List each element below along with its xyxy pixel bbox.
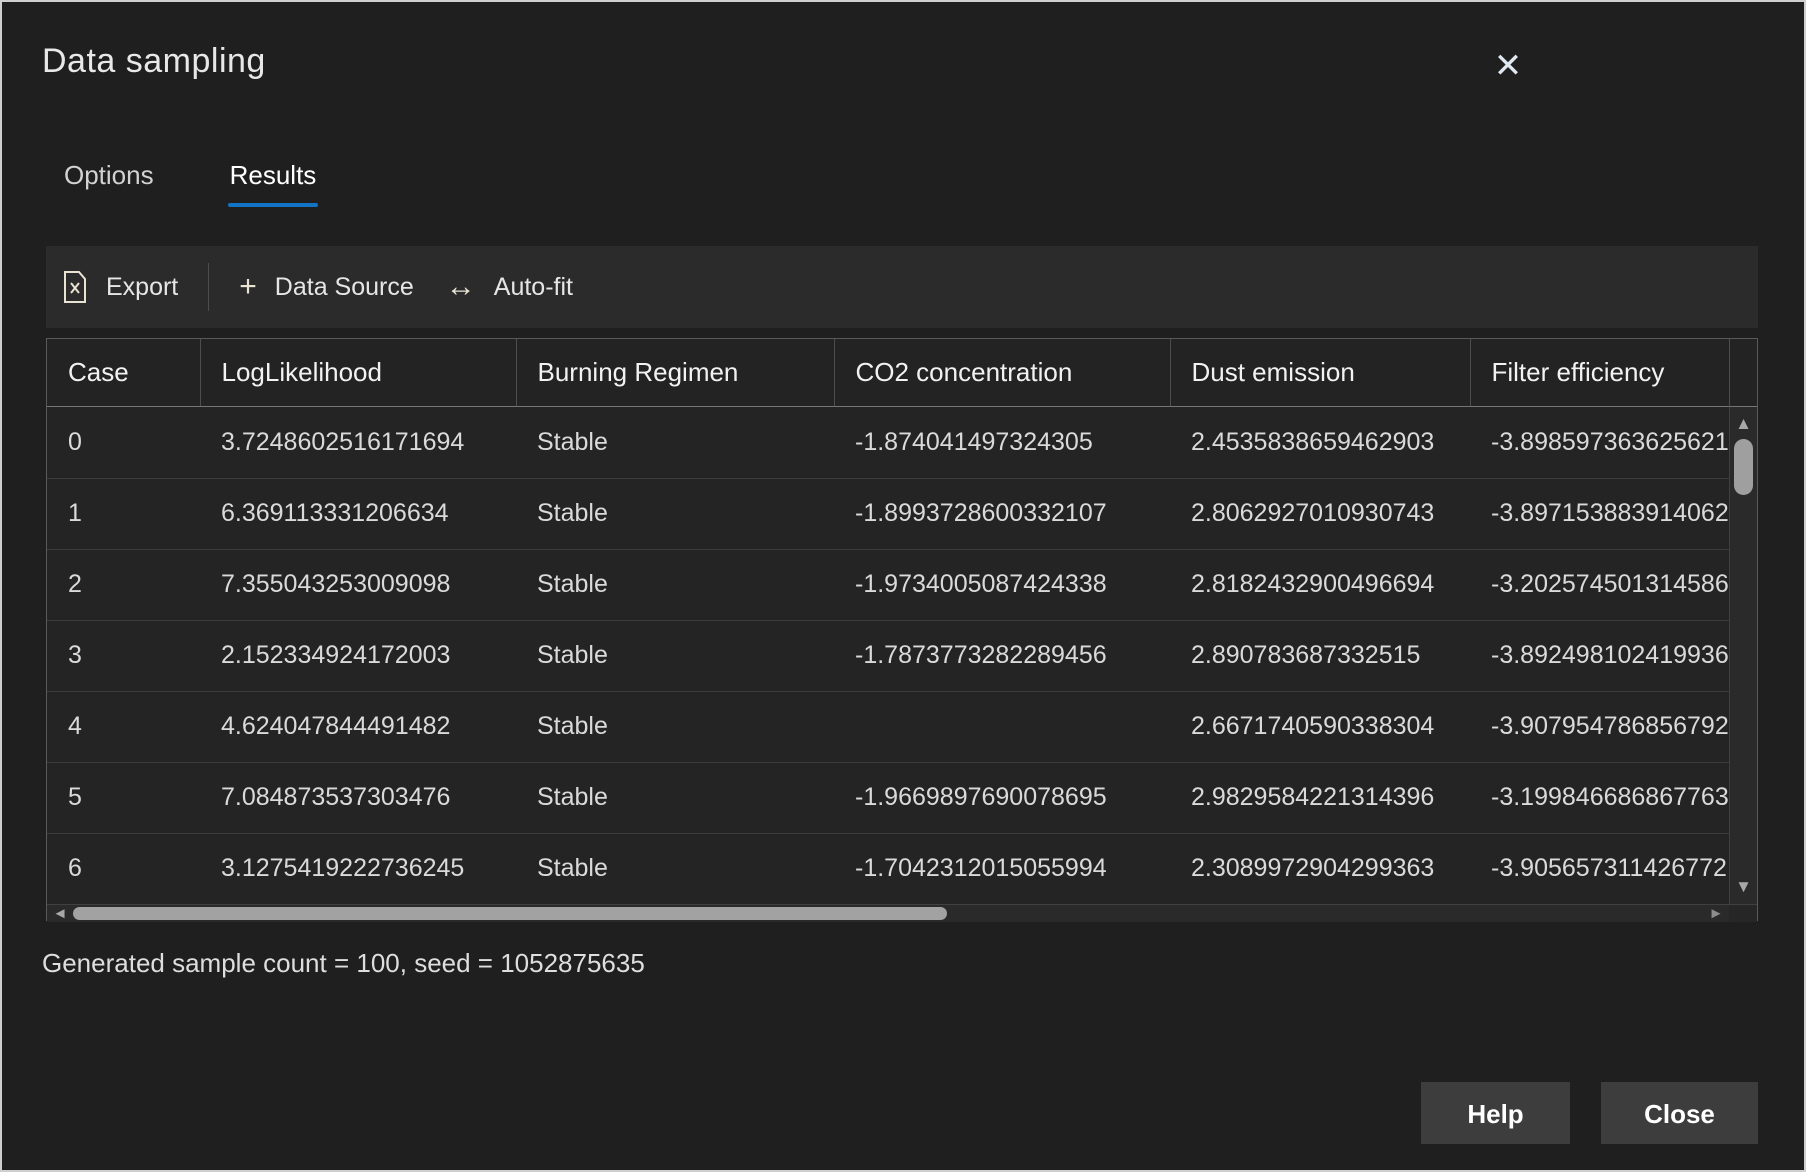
table-cell[interactable]: Stable: [516, 549, 834, 620]
close-button[interactable]: Close: [1601, 1082, 1758, 1144]
table-cell[interactable]: -1.7873773282289456: [834, 620, 1170, 691]
horizontal-scrollbar[interactable]: ◄ ►: [47, 904, 1729, 922]
table-cell[interactable]: -3.897153883914062: [1470, 478, 1729, 549]
column-header[interactable]: Case: [47, 339, 200, 406]
table-cell[interactable]: 3.1275419222736245: [200, 833, 516, 904]
table-cell[interactable]: 7.355043253009098: [200, 549, 516, 620]
table-cell[interactable]: -3.202574501314586: [1470, 549, 1729, 620]
table-cell[interactable]: 7.084873537303476: [200, 762, 516, 833]
table-row[interactable]: 03.7248602516171694Stable-1.874041497324…: [47, 407, 1729, 478]
table-cell[interactable]: -3.199846686867763: [1470, 762, 1729, 833]
table-cell[interactable]: 2.890783687332515: [1170, 620, 1470, 691]
table-cell[interactable]: 2.8062927010930743: [1170, 478, 1470, 549]
table-cell[interactable]: -3.907954786856792: [1470, 691, 1729, 762]
data-source-button[interactable]: + Data Source: [223, 246, 430, 328]
table-cell[interactable]: Stable: [516, 691, 834, 762]
scroll-up-icon[interactable]: ▲: [1730, 411, 1757, 437]
table-cell[interactable]: 4: [47, 691, 200, 762]
table-cell[interactable]: 2.6671740590338304: [1170, 691, 1470, 762]
table-row[interactable]: 63.1275419222736245Stable-1.704231201505…: [47, 833, 1729, 904]
table-cell[interactable]: 2.4535838659462903: [1170, 407, 1470, 478]
plus-icon: +: [239, 270, 257, 304]
horizontal-scrollbar-thumb[interactable]: [73, 907, 947, 920]
table-header: CaseLogLikelihoodBurning RegimenCO2 conc…: [47, 339, 1729, 407]
table-body-viewport: 03.7248602516171694Stable-1.874041497324…: [47, 407, 1729, 904]
table-cell[interactable]: 5: [47, 762, 200, 833]
dialog-title: Data sampling: [42, 42, 266, 81]
table-cell[interactable]: -3.892498102419936: [1470, 620, 1729, 691]
autofit-label: Auto-fit: [494, 273, 573, 302]
table-row[interactable]: 57.084873537303476Stable-1.9669897690078…: [47, 762, 1729, 833]
column-header[interactable]: CO2 concentration: [834, 339, 1170, 406]
table-row[interactable]: 44.624047844491482Stable 2.66717405903383…: [47, 691, 1729, 762]
table-cell[interactable]: Stable: [516, 762, 834, 833]
table-cell[interactable]: [834, 691, 1170, 762]
table-cell[interactable]: 2.9829584221314396: [1170, 762, 1470, 833]
table-cell[interactable]: 6.369113331206634: [200, 478, 516, 549]
close-icon[interactable]: ✕: [1486, 44, 1530, 88]
table-cell[interactable]: 4.624047844491482: [200, 691, 516, 762]
table-row[interactable]: 16.369113331206634Stable-1.8993728600332…: [47, 478, 1729, 549]
results-toolbar: Export + Data Source ↔ Auto-fit: [46, 246, 1758, 328]
table-cell[interactable]: 2.152334924172003: [200, 620, 516, 691]
table-cell[interactable]: -1.9669897690078695: [834, 762, 1170, 833]
column-header[interactable]: LogLikelihood: [200, 339, 516, 406]
table-cell[interactable]: Stable: [516, 833, 834, 904]
tab-options[interactable]: Options: [64, 160, 154, 207]
table-cell[interactable]: 0: [47, 407, 200, 478]
status-text: Generated sample count = 100, seed = 105…: [42, 948, 645, 979]
vertical-scrollbar[interactable]: ▲ ▼: [1729, 407, 1757, 904]
table-cell[interactable]: 6: [47, 833, 200, 904]
table-cell[interactable]: 1: [47, 478, 200, 549]
header-row: CaseLogLikelihoodBurning RegimenCO2 conc…: [47, 339, 1729, 406]
vertical-scrollbar-thumb[interactable]: [1734, 439, 1753, 495]
column-header[interactable]: Filter efficiency: [1470, 339, 1729, 406]
column-header[interactable]: Dust emission: [1170, 339, 1470, 406]
table-cell[interactable]: Stable: [516, 478, 834, 549]
table-cell[interactable]: -3.898597363625621: [1470, 407, 1729, 478]
autofit-button[interactable]: ↔ Auto-fit: [430, 246, 589, 328]
autofit-arrows-icon: ↔: [446, 270, 476, 304]
table-cell[interactable]: -1.9734005087424338: [834, 549, 1170, 620]
results-table: CaseLogLikelihoodBurning RegimenCO2 conc…: [46, 338, 1758, 921]
table-cell[interactable]: 2.8182432900496694: [1170, 549, 1470, 620]
help-button[interactable]: Help: [1421, 1082, 1570, 1144]
data-sampling-dialog: Data sampling ✕ Options Results Export +…: [0, 0, 1806, 1172]
tab-results[interactable]: Results: [230, 160, 317, 207]
column-header[interactable]: Burning Regimen: [516, 339, 834, 406]
table-cell[interactable]: -1.8993728600332107: [834, 478, 1170, 549]
table-cell[interactable]: Stable: [516, 407, 834, 478]
scroll-left-icon[interactable]: ◄: [49, 905, 71, 922]
export-file-icon: [62, 271, 88, 303]
tab-bar: Options Results: [64, 160, 316, 207]
table-cell[interactable]: 3: [47, 620, 200, 691]
table-cell[interactable]: -1.874041497324305: [834, 407, 1170, 478]
scroll-down-icon[interactable]: ▼: [1730, 874, 1757, 900]
header-scroll-corner: [1729, 339, 1757, 407]
table-cell[interactable]: 2: [47, 549, 200, 620]
data-source-label: Data Source: [275, 273, 414, 302]
export-button[interactable]: Export: [46, 246, 194, 328]
table-cell[interactable]: Stable: [516, 620, 834, 691]
table-row[interactable]: 27.355043253009098Stable-1.9734005087424…: [47, 549, 1729, 620]
table-body: 03.7248602516171694Stable-1.874041497324…: [47, 407, 1729, 904]
table-cell[interactable]: 3.7248602516171694: [200, 407, 516, 478]
scrollbar-corner: [1729, 904, 1757, 922]
toolbar-divider: [208, 263, 209, 311]
export-label: Export: [106, 273, 178, 302]
table-cell[interactable]: -3.905657311426772: [1470, 833, 1729, 904]
table-row[interactable]: 32.152334924172003Stable-1.7873773282289…: [47, 620, 1729, 691]
table-cell[interactable]: 2.3089972904299363: [1170, 833, 1470, 904]
table-cell[interactable]: -1.7042312015055994: [834, 833, 1170, 904]
scroll-right-icon[interactable]: ►: [1705, 905, 1727, 922]
